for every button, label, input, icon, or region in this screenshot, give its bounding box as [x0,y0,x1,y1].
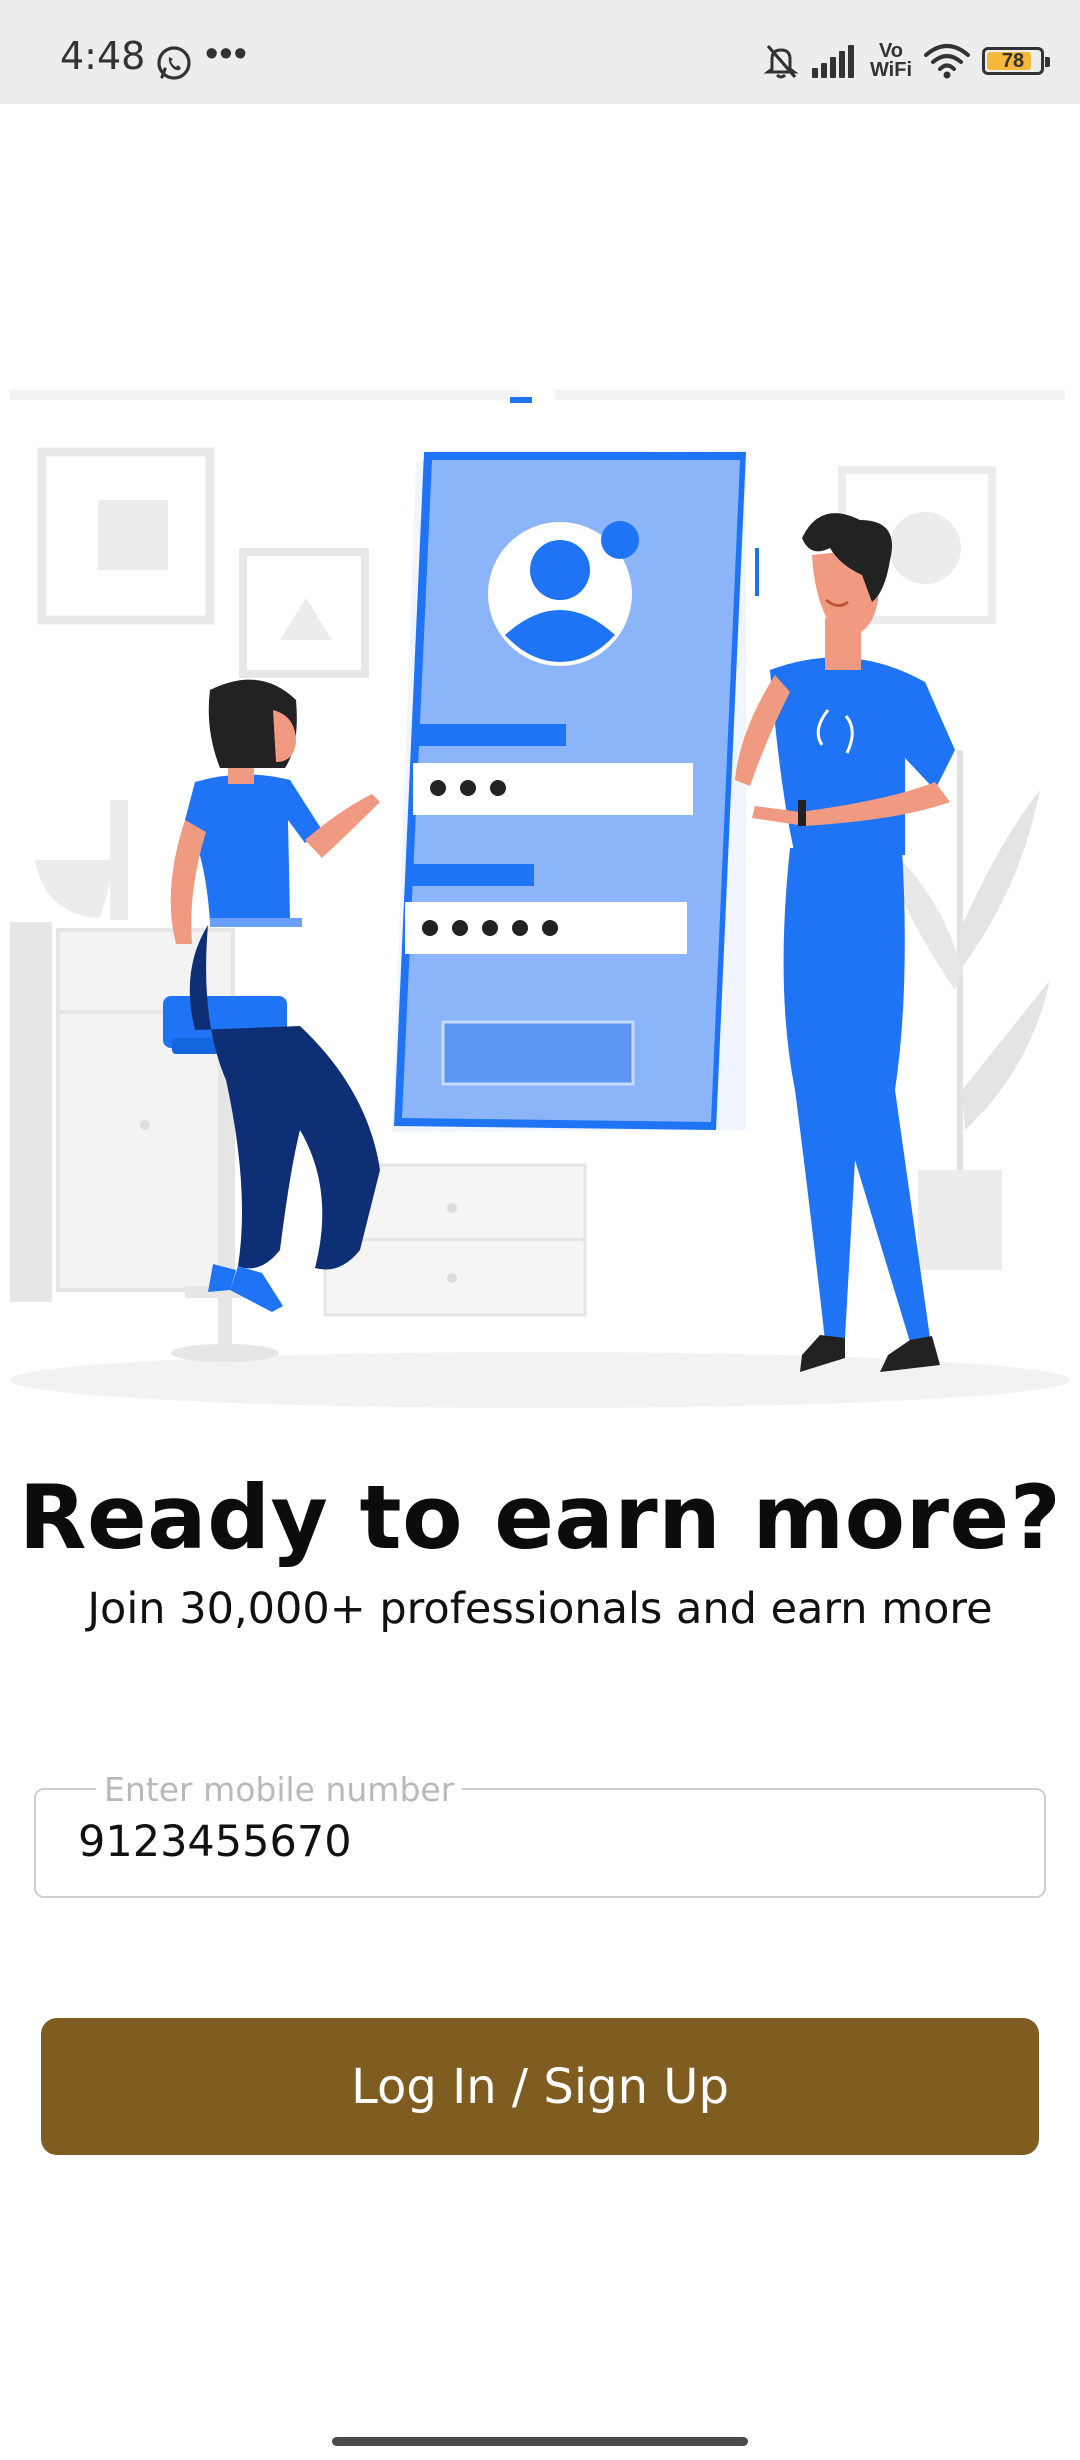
battery-icon: 78 [982,47,1050,75]
vowifi-icon: Vo WiFi [869,40,912,81]
login-signup-button[interactable]: Log In / Sign Up [41,2018,1039,2155]
whatsapp-icon [157,46,191,80]
headline: Ready to earn more? [18,1466,1062,1569]
status-time: 4:48 [60,34,146,78]
signal-icon [811,45,854,78]
login-illustration [0,390,1080,1430]
wifi-icon [924,44,970,79]
mobile-number-label: Enter mobile number [96,1770,463,1809]
silent-bell-icon [763,44,799,79]
subheadline: Join 30,000+ professionals and earn more [87,1584,993,1634]
status-bar: 4:48 ••• Vo WiFi 78 [0,0,1080,104]
battery-level: 78 [1001,49,1025,72]
status-icons: Vo WiFi 78 [762,38,1050,84]
more-notifications-icon: ••• [205,33,248,75]
mobile-number-input[interactable] [78,1812,978,1872]
home-indicator[interactable] [332,2437,748,2446]
